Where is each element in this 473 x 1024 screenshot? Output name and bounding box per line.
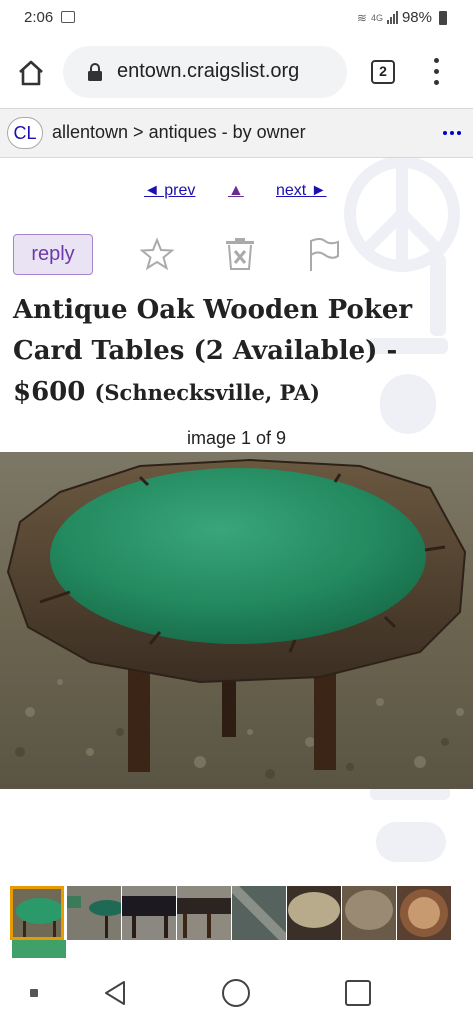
more-options-icon[interactable] [443,131,463,137]
system-navigation-bar [0,962,473,1024]
next-link[interactable]: next ► [276,182,327,200]
browser-toolbar: entown.craigslist.org 2 [0,36,473,108]
signal-icon [386,11,398,24]
location: (Schnecksville, PA) [94,380,320,405]
status-indicators: ≋ 4G 98% [357,9,447,26]
image-caption: image 1 of 9 [186,428,287,448]
network-type: 4G [370,12,383,23]
back-icon[interactable] [100,978,130,1008]
thumbnail-2[interactable] [67,886,121,940]
screenshot-notification-icon [61,11,75,23]
thumbnail-9[interactable] [12,940,66,958]
posting-title: Antique Oak Wooden Poker Card Tables (2 … [13,290,463,413]
trash-icon[interactable] [223,236,257,272]
breadcrumb[interactable]: allentown > antiques - by owner [52,122,306,143]
star-icon[interactable] [139,236,175,272]
thumbnail-6[interactable] [287,886,341,940]
home-circle-icon[interactable] [222,979,250,1007]
reply-button[interactable]: reply [13,234,93,275]
recents-icon[interactable] [345,980,371,1006]
home-icon[interactable] [16,58,46,88]
overflow-menu-icon[interactable] [426,58,446,86]
lock-icon [87,63,103,81]
craigslist-logo[interactable]: CL [7,117,43,149]
craigslist-header: CL allentown > antiques - by owner [0,108,473,158]
thumbnail-5[interactable] [232,886,286,940]
battery-level: 98% [401,9,432,26]
thumbnail-3[interactable] [122,886,176,940]
battery-icon [439,10,447,25]
url-bar[interactable]: entown.craigslist.org [63,46,347,98]
prev-link[interactable]: ◄ prev [144,182,195,200]
post-navigation: ◄ prev ▲ next ► [0,182,473,206]
thumbnail-4[interactable] [177,886,231,940]
title-text: Antique Oak Wooden Poker Card Tables (2 … [13,295,413,366]
thumbnail-strip [10,886,473,956]
thumbnail-1[interactable] [10,886,64,940]
url-text: entown.craigslist.org [117,60,300,82]
status-time: 2:06 [24,9,54,26]
thumbnail-8[interactable] [397,886,451,940]
thumbnail-7[interactable] [342,886,396,940]
price: $600 [13,377,86,407]
nav-indicator-icon [30,989,38,997]
flag-icon[interactable] [306,236,340,272]
wifi-icon: ≋ [356,10,367,25]
up-link[interactable]: ▲ [228,182,244,200]
tabs-icon[interactable]: 2 [371,60,395,84]
status-bar: 2:06 ≋ 4G 98% [0,0,473,36]
main-listing-photo[interactable] [0,452,473,789]
